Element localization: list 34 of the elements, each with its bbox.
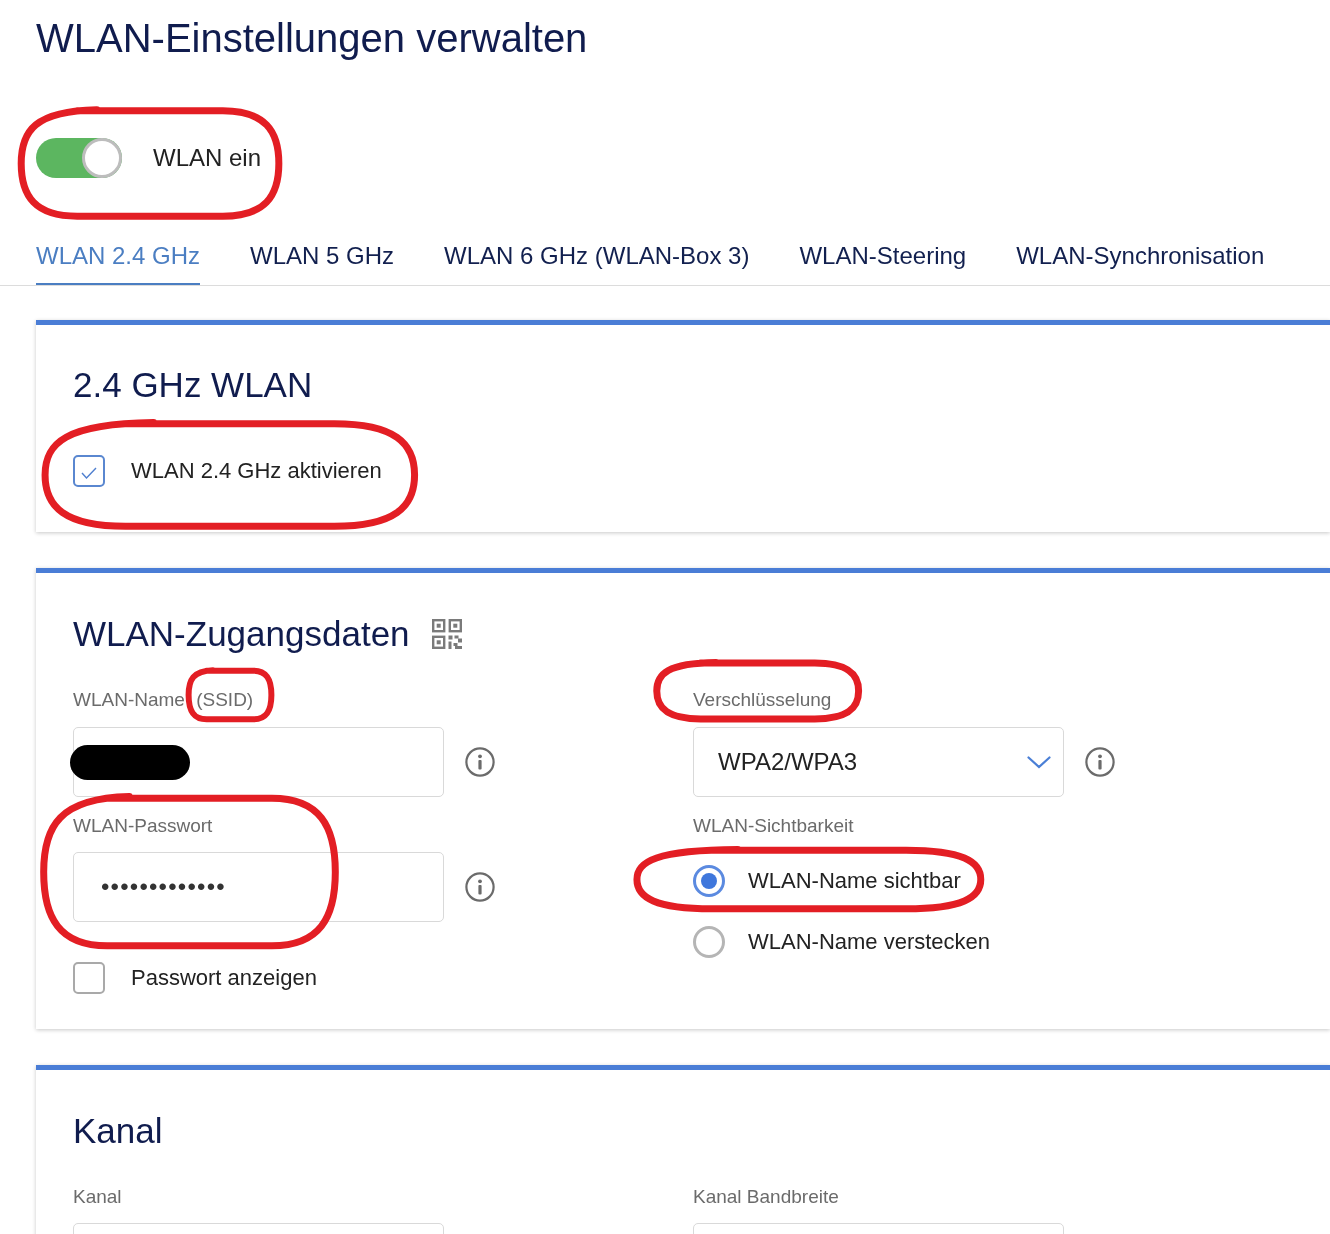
radio-label: WLAN-Name sichtbar [748,867,961,895]
ssid-field[interactable] [73,727,444,797]
field-label: Kanal [73,1185,122,1209]
section-title: Kanal [73,1110,163,1152]
field-label: WLAN-Sichtbarkeit [693,814,854,838]
qr-code-icon[interactable] [431,619,462,649]
field-label: WLAN-Name (SSID) [73,688,254,712]
info-icon[interactable] [465,872,495,902]
section-title: WLAN-Zugangsdaten [73,613,410,655]
checkbox-label: WLAN 2.4 GHz aktivieren [131,457,382,485]
radio-button[interactable] [693,865,725,897]
encryption-select[interactable]: WPA2/WPA3 [693,727,1064,797]
info-icon[interactable] [465,747,495,777]
field-label: WLAN-Passwort [73,814,213,838]
toggle-switch[interactable] [36,138,122,178]
field-label: Verschlüsselung [693,688,832,712]
section-title: 2.4 GHz WLAN [73,364,313,406]
password-field[interactable]: ••••••••••••• [73,852,444,922]
tab[interactable]: WLAN 6 GHz (WLAN-Box 3) [444,228,750,285]
chevron-down-icon [1027,755,1051,769]
radio-label: WLAN-Name verstecken [748,928,991,956]
tab[interactable]: WLAN-Synchronisation [1016,228,1265,285]
check-icon [81,467,97,479]
tab[interactable]: WLAN 2.4 GHz [36,228,201,285]
field-label: Kanal Bandbreite [693,1185,839,1209]
radio-button[interactable] [693,926,725,958]
toggle-label: WLAN ein [153,143,262,173]
tab[interactable]: WLAN 5 GHz [250,228,395,285]
info-icon[interactable] [1085,747,1115,777]
checkbox[interactable] [73,455,105,487]
tab[interactable]: WLAN-Steering [799,228,967,285]
checkbox-label: Passwort anzeigen [131,964,317,992]
page-title: WLAN-Einstellungen verwalten [36,15,588,62]
checkbox[interactable] [73,962,105,994]
